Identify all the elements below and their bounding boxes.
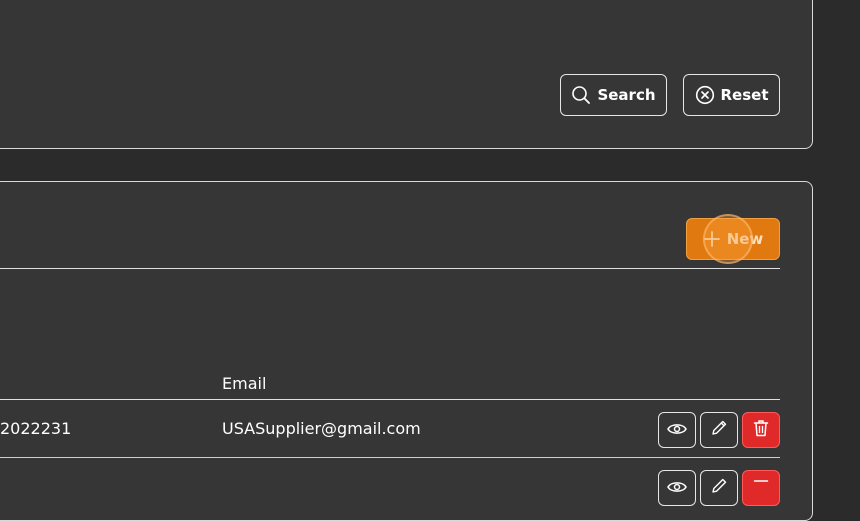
search-button[interactable]: Search — [560, 74, 667, 116]
view-button[interactable] — [658, 412, 696, 448]
new-button-label: New — [726, 230, 764, 248]
close-circle-icon — [695, 85, 715, 105]
delete-button[interactable] — [742, 412, 780, 448]
toolbar-divider — [0, 268, 780, 269]
view-button[interactable] — [658, 470, 696, 506]
reset-button-label: Reset — [720, 86, 769, 104]
new-button[interactable]: New — [686, 218, 780, 260]
eye-icon — [667, 479, 687, 498]
edit-button[interactable] — [700, 412, 738, 448]
edit-button[interactable] — [700, 470, 738, 506]
trash-icon — [753, 477, 769, 499]
eye-icon — [667, 421, 687, 440]
row-divider — [0, 457, 780, 458]
delete-button[interactable] — [742, 470, 780, 506]
header-divider — [0, 399, 780, 400]
reset-button[interactable]: Reset — [683, 74, 780, 116]
pencil-icon — [710, 477, 728, 499]
plus-icon — [703, 230, 721, 248]
pencil-icon — [710, 419, 728, 441]
cell-email: USASupplier@gmail.com — [222, 419, 421, 438]
cell-phone: 2022231 — [0, 419, 72, 438]
search-button-label: Search — [597, 86, 656, 104]
trash-icon — [753, 419, 769, 441]
column-header-email: Email — [222, 374, 267, 393]
search-icon — [571, 85, 591, 105]
